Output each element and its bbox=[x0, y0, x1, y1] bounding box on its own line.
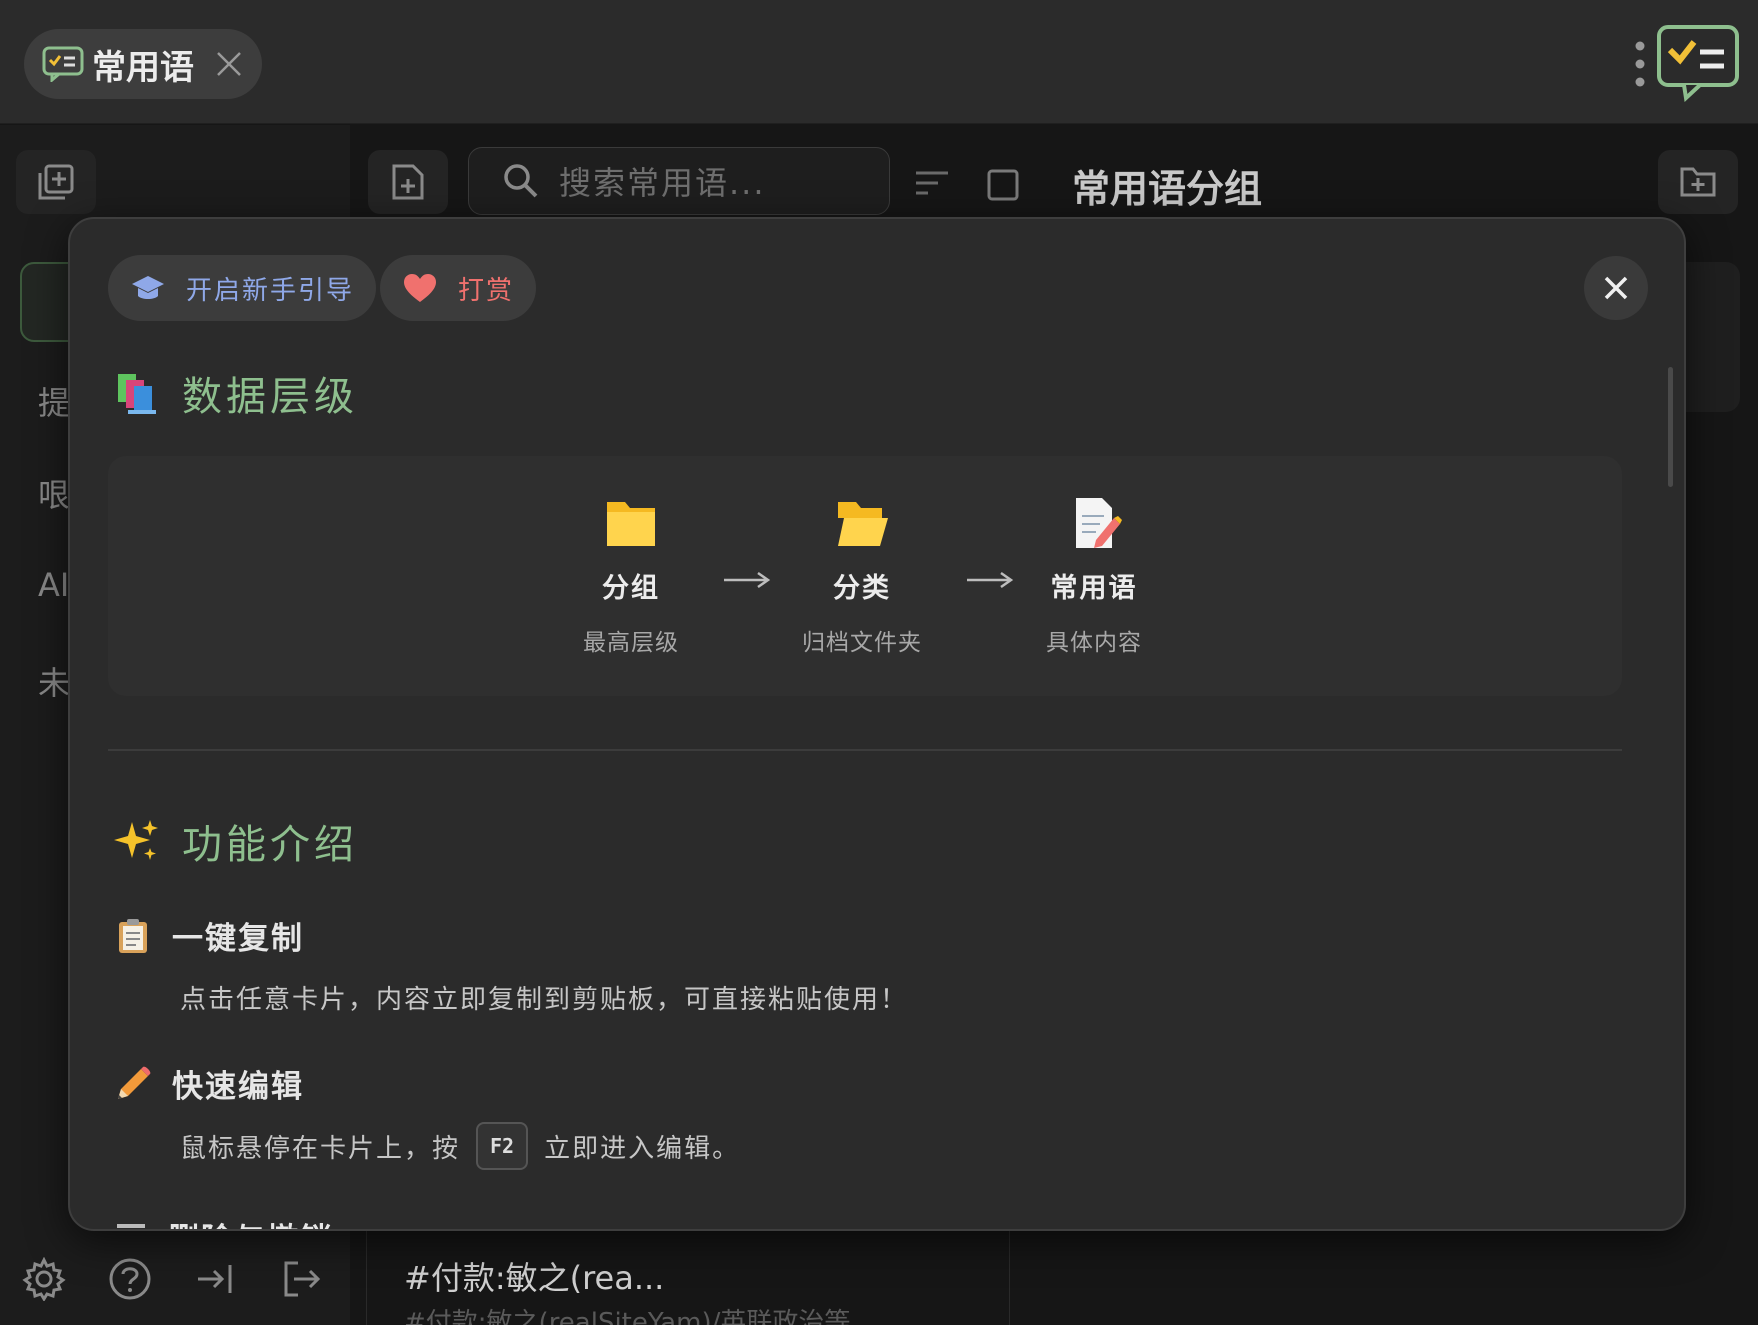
heart-icon bbox=[404, 274, 436, 302]
scrollbar[interactable] bbox=[1668, 367, 1673, 487]
pencil-icon bbox=[118, 1066, 151, 1099]
tab-common-phrases[interactable]: 常用语 bbox=[24, 29, 262, 99]
feature-desc-before: 鼠标悬停在卡片上，按 bbox=[180, 1133, 461, 1164]
folder-open-icon bbox=[838, 502, 888, 546]
add-folder-button[interactable] bbox=[1658, 150, 1738, 214]
divider bbox=[108, 749, 1622, 751]
feature-desc: 点击任意卡片，内容立即复制到剪贴板，可直接粘贴使用！ bbox=[180, 985, 909, 1015]
features-title: 功能介绍 bbox=[182, 822, 358, 868]
feature-delete: 删除与撤销 bbox=[114, 1214, 333, 1229]
books-icon bbox=[118, 374, 156, 414]
feature-desc-after: 立即进入编辑。 bbox=[544, 1133, 741, 1164]
reward-button[interactable]: 打赏 bbox=[380, 255, 537, 321]
feature-title: 快速编辑 bbox=[172, 1069, 304, 1105]
feature-copy: 一键复制 bbox=[114, 913, 304, 958]
export-icon[interactable] bbox=[280, 1257, 324, 1301]
folder-plus-icon bbox=[1680, 167, 1716, 197]
phrase-card-text[interactable]: #付款:敏之(realSiteYam)/英联政治等 bbox=[404, 1302, 850, 1325]
phrase-card-text[interactable]: #付款:敏之(rea... bbox=[404, 1253, 664, 1299]
sort-icon[interactable] bbox=[914, 170, 950, 196]
hierarchy-node-category: 分类 归档文件夹 bbox=[772, 496, 952, 657]
close-icon[interactable] bbox=[214, 49, 244, 79]
sidebar-item[interactable]: 提 bbox=[38, 378, 70, 424]
hierarchy-node-sub: 具体内容 bbox=[1046, 630, 1142, 656]
file-plus-icon bbox=[392, 164, 424, 200]
feature-edit: 快速编辑 bbox=[114, 1061, 304, 1106]
gear-icon[interactable] bbox=[22, 1257, 66, 1301]
sidebar-item[interactable]: AI bbox=[38, 566, 69, 604]
chat-checklist-icon bbox=[42, 46, 84, 82]
reward-label: 打赏 bbox=[458, 275, 515, 306]
sidebar-item[interactable]: 哏 bbox=[38, 470, 70, 516]
page-title: 常用语分组 bbox=[1072, 167, 1263, 211]
copy-plus-icon bbox=[38, 164, 74, 200]
hierarchy-title: 数据层级 bbox=[182, 374, 358, 420]
hierarchy-node-phrase: 常用语 具体内容 bbox=[1004, 496, 1184, 657]
sparkles-icon bbox=[114, 820, 158, 860]
hierarchy-node-sub: 最高层级 bbox=[583, 630, 679, 656]
feature-title: 一键复制 bbox=[172, 921, 304, 957]
start-guide-label: 开启新手引导 bbox=[186, 275, 355, 306]
sidebar-item[interactable]: 未 bbox=[38, 658, 70, 704]
close-icon bbox=[1604, 276, 1628, 300]
start-guide-button[interactable]: 开启新手引导 bbox=[108, 255, 377, 321]
features-section-title: 功能介绍 bbox=[114, 812, 358, 870]
more-vertical-icon[interactable] bbox=[1634, 40, 1646, 88]
add-group-button[interactable] bbox=[16, 150, 96, 214]
search-input[interactable]: 搜索常用语... bbox=[468, 147, 890, 215]
feature-desc: 鼠标悬停在卡片上，按 F2 立即进入编辑。 bbox=[180, 1122, 740, 1170]
feature-title: 删除与撤销 bbox=[168, 1214, 333, 1229]
graduation-cap-icon bbox=[132, 276, 164, 299]
import-icon[interactable] bbox=[194, 1257, 238, 1301]
arrow-right-icon bbox=[724, 571, 771, 589]
tab-label: 常用语 bbox=[92, 47, 194, 88]
search-icon bbox=[504, 164, 538, 198]
hierarchy-node-sub: 归档文件夹 bbox=[802, 630, 922, 656]
memo-icon bbox=[1076, 498, 1122, 548]
top-tab-bar: 常用语 bbox=[0, 0, 1758, 124]
hierarchy-diagram: 分组 最高层级 分类 归档文件夹 常用语 具体内容 bbox=[108, 456, 1622, 696]
folder-closed-icon bbox=[607, 502, 655, 546]
hierarchy-section-title: 数据层级 bbox=[114, 364, 358, 422]
checkbox-icon[interactable] bbox=[986, 168, 1020, 202]
hierarchy-node-label: 常用语 bbox=[1050, 573, 1138, 604]
clipboard-icon bbox=[119, 918, 147, 953]
help-modal: 开启新手引导 打赏 数据层级 分组 最高层级 分类 归档文件夹 常用语 具体内容… bbox=[68, 217, 1686, 1231]
add-phrase-button[interactable] bbox=[368, 150, 448, 214]
search-placeholder: 搜索常用语... bbox=[559, 164, 766, 202]
hierarchy-node-label: 分组 bbox=[602, 573, 660, 604]
hierarchy-node-group: 分组 最高层级 bbox=[541, 496, 721, 657]
trash-icon bbox=[117, 1223, 145, 1228]
hierarchy-node-label: 分类 bbox=[833, 573, 891, 604]
keyboard-key: F2 bbox=[476, 1122, 529, 1170]
close-button[interactable] bbox=[1584, 256, 1648, 320]
app-logo-icon[interactable] bbox=[1656, 24, 1740, 102]
help-icon[interactable] bbox=[108, 1257, 152, 1301]
